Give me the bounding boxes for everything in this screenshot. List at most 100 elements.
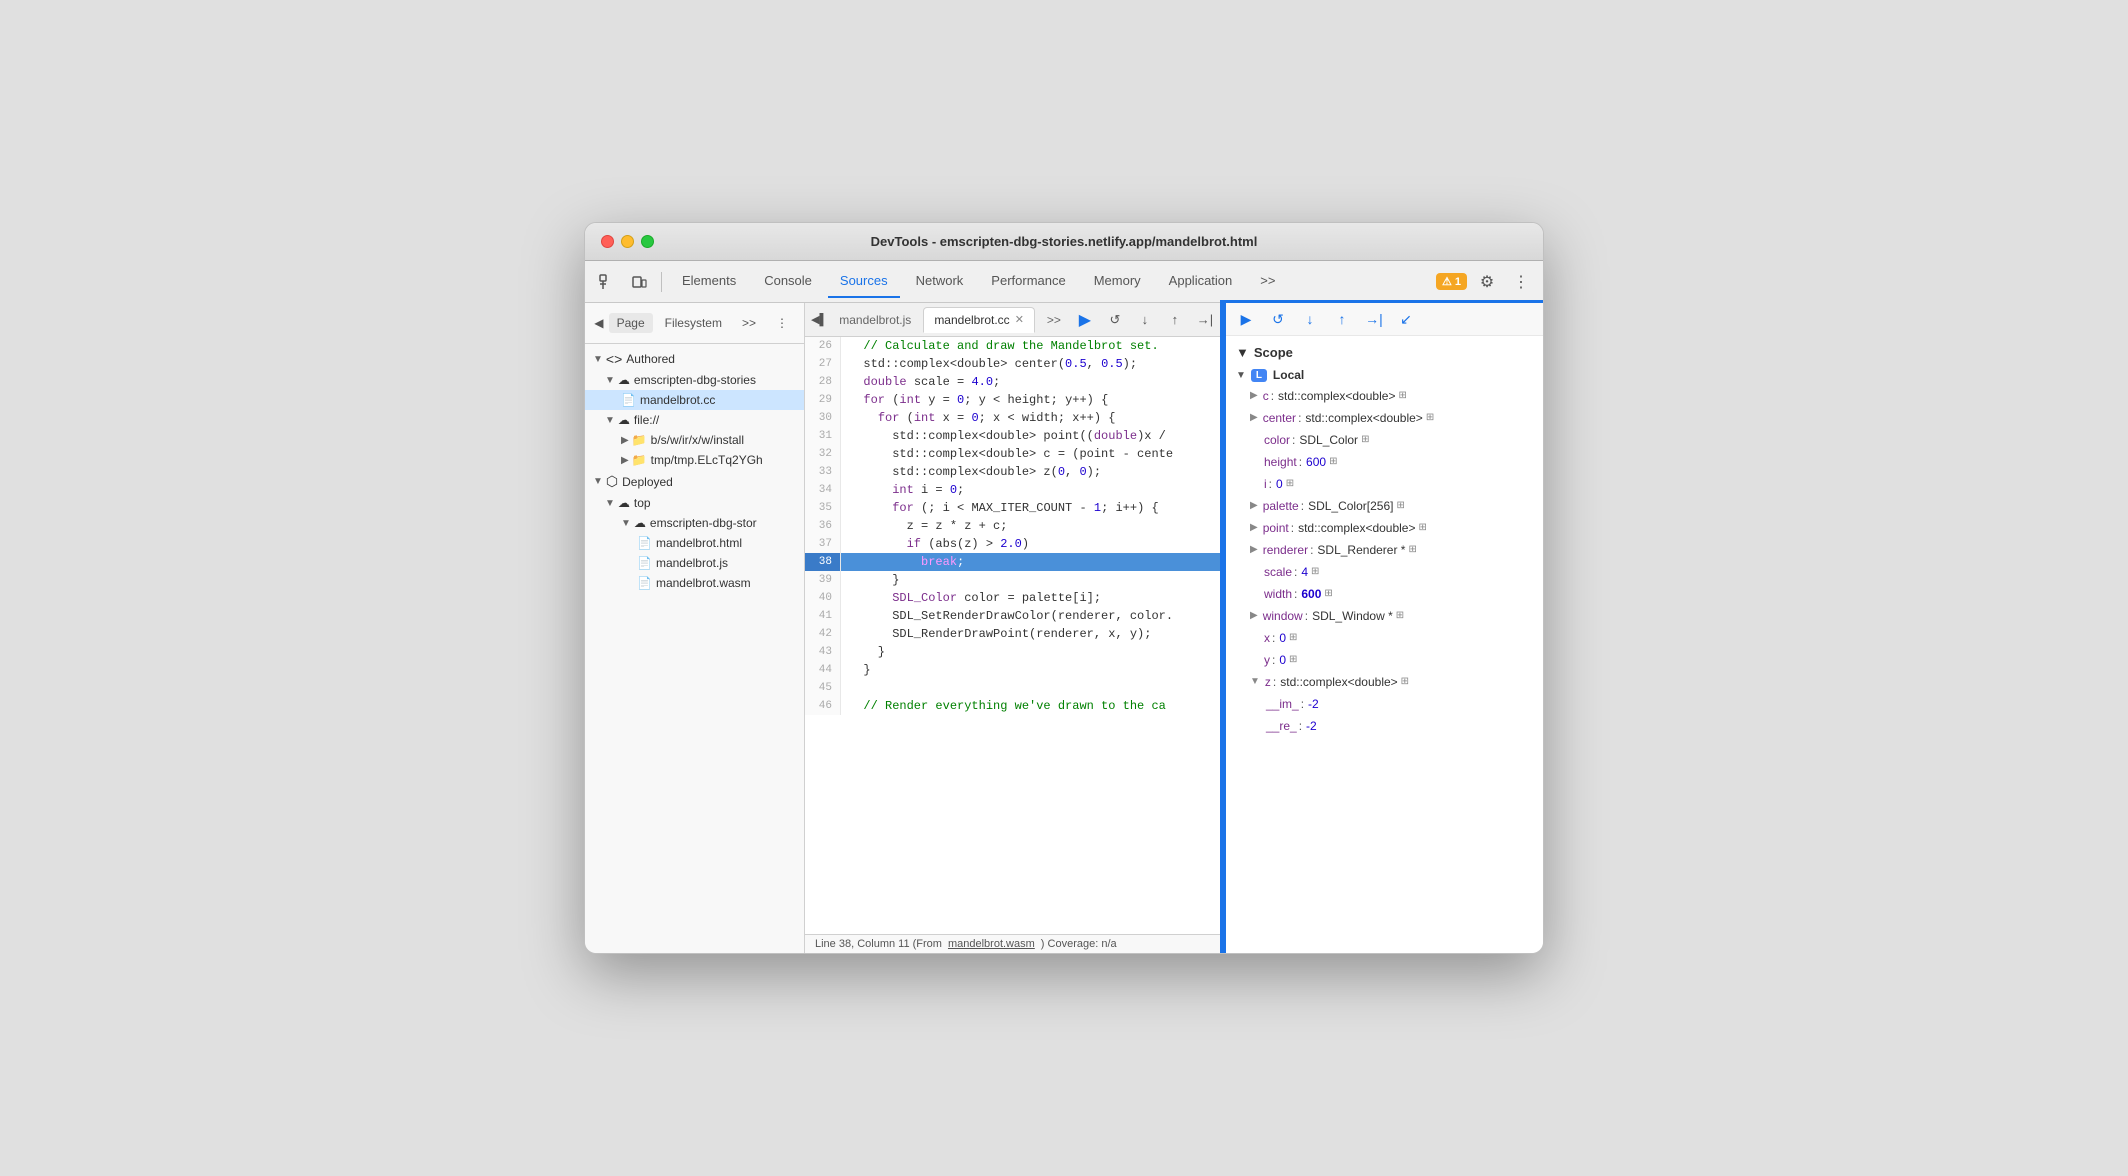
- sidebar-file-js[interactable]: 📄 mandelbrot.js: [585, 553, 804, 573]
- sidebar-tab-filesystem[interactable]: Filesystem: [657, 313, 730, 333]
- file-js-label: mandelbrot.js: [656, 556, 728, 570]
- sidebar-add-btn[interactable]: ⋮: [768, 313, 796, 333]
- sidebar-cloud3[interactable]: ▼ ☁ emscripten-dbg-stor: [585, 513, 804, 533]
- sidebar-folder2[interactable]: ▶ 📁 tmp/tmp.ELcTq2YGh: [585, 450, 804, 470]
- y-grid-icon: ⊞: [1289, 651, 1297, 669]
- folder2-icon: 📁: [632, 453, 647, 467]
- sidebar-file-uri[interactable]: ▼ ☁ file://: [585, 410, 804, 430]
- sidebar-file-mandelbrot-cc[interactable]: 📄 mandelbrot.cc: [585, 390, 804, 410]
- warning-icon: ⚠: [1442, 275, 1452, 288]
- sidebar-toggle-icon[interactable]: ◀▌: [811, 306, 827, 334]
- scope-var-z-im[interactable]: __im_ : -2: [1226, 693, 1543, 715]
- scope-var-height[interactable]: height : 600 ⊞: [1226, 451, 1543, 473]
- code-line-28: 28 double scale = 4.0;: [805, 373, 1223, 391]
- tab-more-btn[interactable]: >>: [1037, 308, 1071, 332]
- cloud1-arrow: ▼: [605, 375, 615, 386]
- file-html-icon: 📄: [637, 536, 652, 550]
- code-line-35: 35 for (; i < MAX_ITER_COUNT - 1; i++) {: [805, 499, 1223, 517]
- code-line-32: 32 std::complex<double> c = (point - cen…: [805, 445, 1223, 463]
- tab-console[interactable]: Console: [752, 265, 824, 298]
- sidebar-file-html[interactable]: 📄 mandelbrot.html: [585, 533, 804, 553]
- step-out-btn[interactable]: ↑: [1330, 307, 1354, 331]
- sidebar-cloud1[interactable]: ▼ ☁ emscripten-dbg-stories: [585, 370, 804, 390]
- z-arrow: ▼: [1250, 673, 1260, 691]
- sidebar-tab-page[interactable]: Page: [609, 313, 653, 333]
- file-html-label: mandelbrot.html: [656, 536, 742, 550]
- scope-var-width[interactable]: width : 600 ⊞: [1226, 583, 1543, 605]
- scope-local-header[interactable]: ▼ L Local: [1226, 365, 1543, 385]
- devtools-window: DevTools - emscripten-dbg-stories.netlif…: [584, 222, 1544, 954]
- step-into-icon[interactable]: ↓: [1133, 308, 1157, 332]
- step-over-icon[interactable]: ↺: [1103, 308, 1127, 332]
- tab-network[interactable]: Network: [904, 265, 976, 298]
- file-js-icon: 📄: [637, 556, 652, 570]
- scope-var-y[interactable]: y : 0 ⊞: [1226, 649, 1543, 671]
- settings-icon[interactable]: ⚙: [1473, 268, 1501, 296]
- step-out-icon[interactable]: ↑: [1163, 308, 1187, 332]
- scope-var-z[interactable]: ▼ z : std::complex<double> ⊞: [1226, 671, 1543, 693]
- maximize-button[interactable]: [641, 235, 654, 248]
- step-over-btn[interactable]: ↺: [1266, 307, 1290, 331]
- tab-more[interactable]: >>: [1248, 265, 1287, 298]
- cloud1-icon: ☁: [618, 373, 630, 387]
- tab-memory[interactable]: Memory: [1082, 265, 1153, 298]
- sidebar-collapse-icon[interactable]: ◀: [593, 309, 605, 337]
- file-cc-label: mandelbrot.cc: [640, 393, 715, 407]
- scope-var-renderer[interactable]: ▶ renderer : SDL_Renderer * ⊞: [1226, 539, 1543, 561]
- cloud3-label: emscripten-dbg-stor: [650, 516, 757, 530]
- tab-elements[interactable]: Elements: [670, 265, 748, 298]
- sidebar-tree: ▼ <> Authored ▼ ☁ emscripten-dbg-stories…: [585, 344, 804, 597]
- color-grid-icon: ⊞: [1361, 431, 1369, 449]
- scope-var-scale[interactable]: scale : 4 ⊞: [1226, 561, 1543, 583]
- scope-var-i[interactable]: i : 0 ⊞: [1226, 473, 1543, 495]
- scope-var-point[interactable]: ▶ point : std::complex<double> ⊞: [1226, 517, 1543, 539]
- more-icon[interactable]: ⋮: [1507, 268, 1535, 296]
- toolbar-right: ⚠ 1 ⚙ ⋮: [1436, 268, 1535, 296]
- folder1-label: b/s/w/ir/x/w/install: [651, 433, 744, 447]
- center-arrow: ▶: [1250, 409, 1258, 427]
- scope-var-palette[interactable]: ▶ palette : SDL_Color[256] ⊞: [1226, 495, 1543, 517]
- authored-arrow: ▼: [593, 354, 603, 365]
- z-grid-icon: ⊞: [1401, 673, 1409, 691]
- scope-var-center[interactable]: ▶ center : std::complex<double> ⊞: [1226, 407, 1543, 429]
- inspect-icon[interactable]: [593, 268, 621, 296]
- local-label: Local: [1273, 368, 1304, 382]
- minimize-button[interactable]: [621, 235, 634, 248]
- sidebar-file-wasm[interactable]: 📄 mandelbrot.wasm: [585, 573, 804, 593]
- sidebar-authored-header[interactable]: ▼ <> Authored: [585, 348, 804, 370]
- scope-var-c[interactable]: ▶ c : std::complex<double> ⊞: [1226, 385, 1543, 407]
- file-uri-arrow: ▼: [605, 415, 615, 426]
- tab-mandelbrot-js[interactable]: mandelbrot.js: [829, 308, 921, 332]
- sidebar-top[interactable]: ▼ ☁ top: [585, 493, 804, 513]
- scope-var-z-re[interactable]: __re_ : -2: [1226, 715, 1543, 737]
- warning-badge[interactable]: ⚠ 1: [1436, 273, 1467, 290]
- sidebar-deployed-header[interactable]: ▼ ⬡ Deployed: [585, 470, 804, 493]
- tab-performance[interactable]: Performance: [979, 265, 1077, 298]
- sidebar: ◀ Page Filesystem >> ⋮ ▼ <> Authored ▼ ☁…: [585, 303, 805, 953]
- window-grid-icon: ⊞: [1396, 607, 1404, 625]
- code-line-45: 45: [805, 679, 1223, 697]
- device-icon[interactable]: [625, 268, 653, 296]
- point-arrow: ▶: [1250, 519, 1258, 537]
- close-button[interactable]: [601, 235, 614, 248]
- cloud3-icon: ☁: [634, 516, 646, 530]
- sidebar-tab-more[interactable]: >>: [734, 313, 764, 333]
- tab-mandelbrot-cc[interactable]: mandelbrot.cc ✕: [923, 307, 1035, 333]
- status-link[interactable]: mandelbrot.wasm: [948, 938, 1035, 950]
- step-btn[interactable]: →|: [1362, 307, 1386, 331]
- step-icon[interactable]: →|: [1193, 308, 1217, 332]
- file-wasm-label: mandelbrot.wasm: [656, 576, 751, 590]
- code-body[interactable]: 26 // Calculate and draw the Mandelbrot …: [805, 337, 1223, 934]
- tab-cc-close[interactable]: ✕: [1015, 313, 1024, 326]
- step-into-btn[interactable]: ↓: [1298, 307, 1322, 331]
- resume-icon[interactable]: ▶: [1234, 307, 1258, 331]
- deactivate-btn[interactable]: ↙: [1394, 307, 1418, 331]
- tab-cc-label: mandelbrot.cc: [934, 313, 1009, 327]
- scope-var-x[interactable]: x : 0 ⊞: [1226, 627, 1543, 649]
- scope-var-color[interactable]: color : SDL_Color ⊞: [1226, 429, 1543, 451]
- tab-sources[interactable]: Sources: [828, 265, 900, 298]
- tab-application[interactable]: Application: [1157, 265, 1245, 298]
- play-icon[interactable]: ▶: [1073, 308, 1097, 332]
- sidebar-folder1[interactable]: ▶ 📁 b/s/w/ir/x/w/install: [585, 430, 804, 450]
- scope-var-window[interactable]: ▶ window : SDL_Window * ⊞: [1226, 605, 1543, 627]
